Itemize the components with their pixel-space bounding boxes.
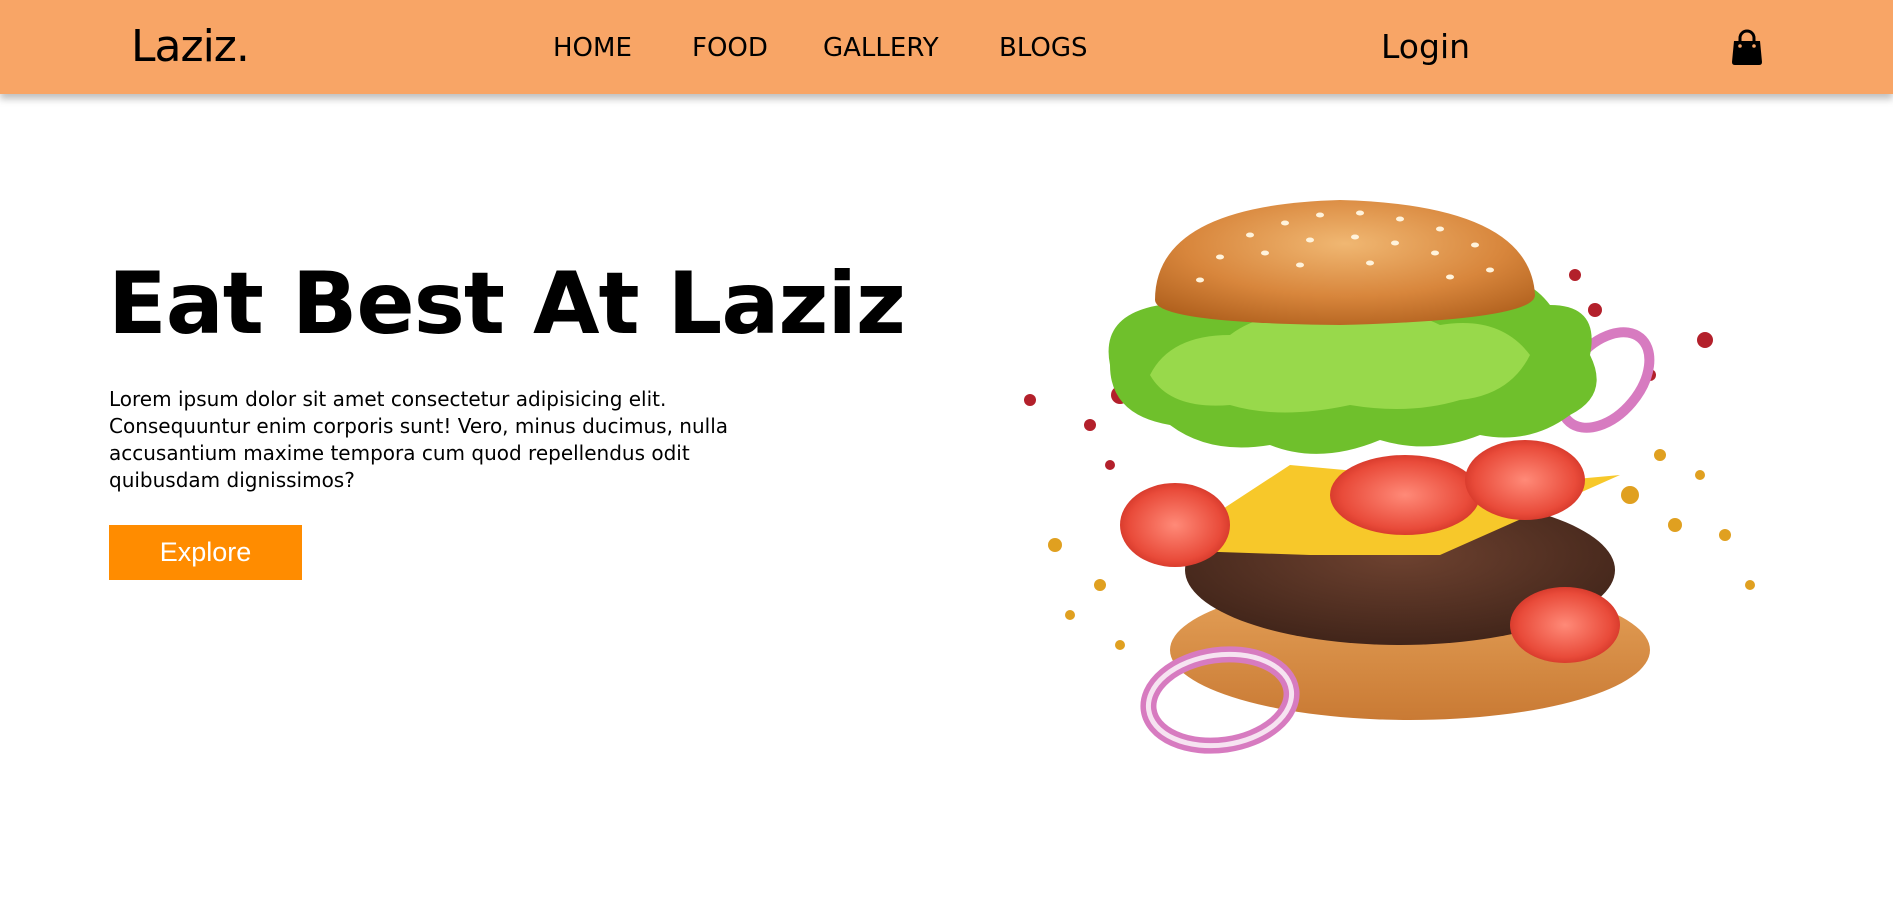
nav-link-gallery[interactable]: GALLERY <box>823 32 939 64</box>
hero-title: Eat Best At Laziz <box>108 254 906 354</box>
navbar: Laziz. HOME FOOD GALLERY BLOGS Login <box>0 0 1893 94</box>
hero-description: Lorem ipsum dolor sit amet consectetur a… <box>109 387 729 492</box>
nav-link-food[interactable]: FOOD <box>692 32 768 64</box>
login-button[interactable]: Login <box>1381 27 1470 67</box>
shopping-bag-icon[interactable] <box>1731 29 1763 65</box>
brand-logo[interactable]: Laziz. <box>131 20 250 74</box>
nav-link-home[interactable]: HOME <box>553 32 632 64</box>
nav-link-blogs[interactable]: BLOGS <box>999 32 1088 64</box>
explore-button[interactable]: Explore <box>109 525 302 580</box>
burger-image <box>1010 195 1780 775</box>
